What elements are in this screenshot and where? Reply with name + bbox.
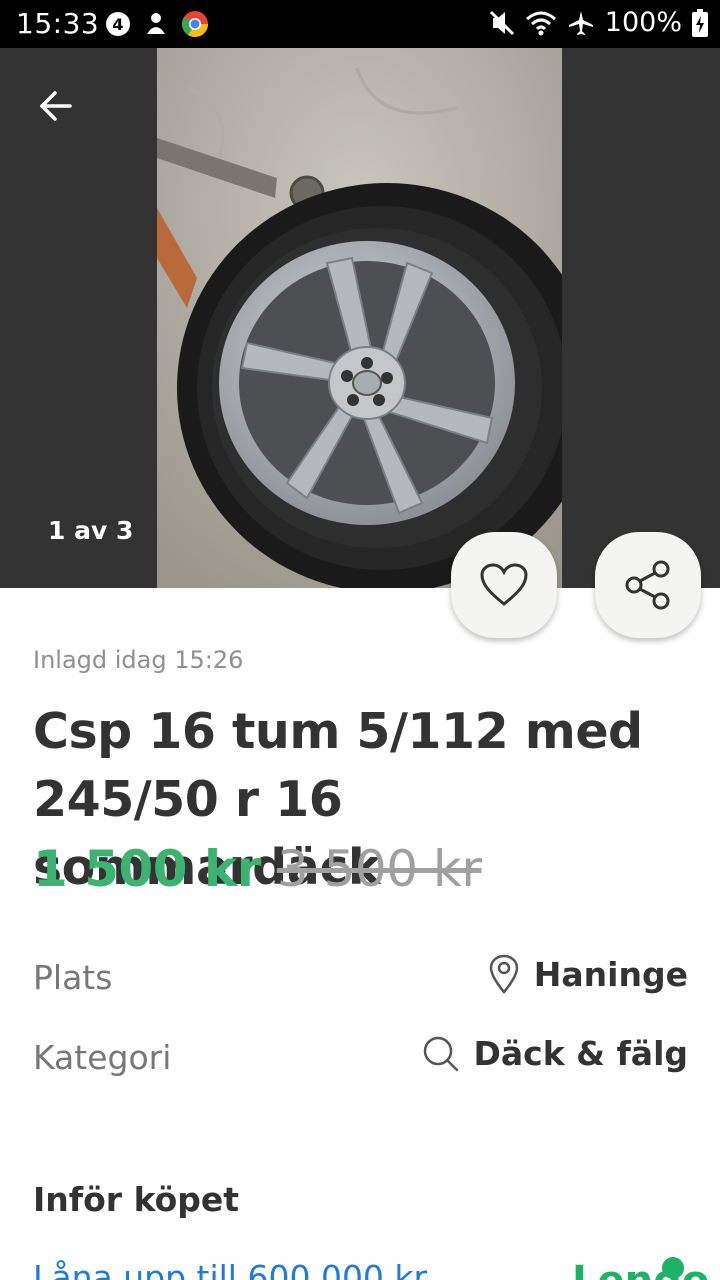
svg-text:4: 4 <box>112 15 123 34</box>
notification-4-icon: 4 <box>106 12 130 36</box>
status-notification-icons: 4 <box>104 9 210 39</box>
location-row[interactable]: Plats Haninge <box>33 954 688 1004</box>
location-value-wrap[interactable]: Haninge <box>488 954 688 994</box>
purchase-section-title: Inför köpet <box>33 1180 240 1219</box>
current-price: 1 500 kr <box>33 840 261 898</box>
image-counter: 1 av 3 <box>48 516 134 545</box>
price-row: 1 500 kr 3 500 kr <box>33 840 482 898</box>
airplane-icon <box>568 10 593 35</box>
category-value: Däck & fälg <box>473 1034 688 1073</box>
posted-timestamp: Inlagd idag 15:26 <box>33 646 244 674</box>
loan-link[interactable]: Låna upp till 600 000 kr <box>33 1258 427 1280</box>
heart-icon <box>480 563 528 606</box>
search-icon <box>423 1036 458 1071</box>
app-icon <box>147 13 165 34</box>
battery-percentage: 100% <box>604 7 682 38</box>
wifi-icon <box>525 11 556 35</box>
status-bar: 15:33 4 100% <box>0 0 720 48</box>
back-button[interactable] <box>28 78 84 134</box>
status-time: 15:33 <box>16 7 100 40</box>
location-label: Plats <box>33 958 113 997</box>
lendo-logo-mark <box>662 1257 684 1279</box>
status-system-icons: 100% <box>489 7 708 38</box>
listing-photo[interactable] <box>157 48 562 588</box>
favorite-button[interactable] <box>451 532 557 638</box>
category-row[interactable]: Kategori Däck & fälg <box>33 1034 688 1084</box>
category-value-wrap[interactable]: Däck & fälg <box>422 1034 688 1073</box>
image-gallery[interactable]: 1 av 3 <box>0 48 720 588</box>
location-value: Haninge <box>533 954 688 994</box>
mute-icon <box>489 10 514 35</box>
battery-charging-icon <box>692 8 708 37</box>
share-icon <box>625 560 670 610</box>
map-pin-icon <box>489 954 519 994</box>
category-label: Kategori <box>33 1038 172 1077</box>
chrome-icon <box>181 11 209 38</box>
original-price: 3 500 kr <box>276 840 482 898</box>
share-button[interactable] <box>595 532 701 638</box>
lendo-logo: Lendo <box>572 1258 709 1280</box>
arrow-left-icon <box>40 91 72 121</box>
